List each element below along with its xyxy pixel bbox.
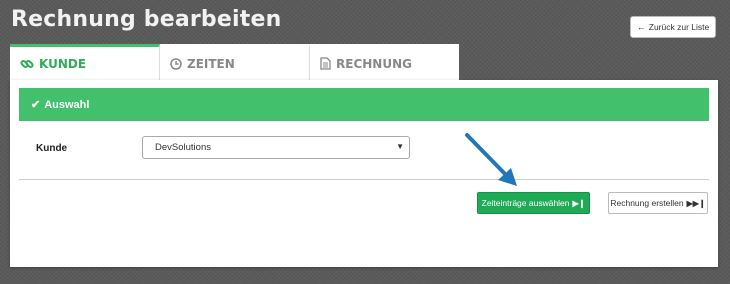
create-invoice-label: Rechnung erstellen <box>610 198 684 208</box>
select-time-entries-label: Zeiteinträge auswählen <box>481 198 570 208</box>
checkmark-icon: ✔ <box>31 99 41 111</box>
tab-kunde-label: KUNDE <box>39 56 87 71</box>
create-invoice-button[interactable]: Rechnung erstellen ▶▶❙ <box>608 192 708 214</box>
section-header: ✔ Auswahl <box>19 88 709 121</box>
clock-icon <box>170 57 182 70</box>
tab-rechnung-label: RECHNUNG <box>336 56 412 71</box>
arrow-left-icon: ← <box>636 22 646 32</box>
divider <box>19 179 709 180</box>
select-time-entries-button[interactable]: Zeiteinträge auswählen ▶❙ <box>477 192 590 214</box>
link-icon <box>20 57 34 71</box>
back-to-list-button[interactable]: ← Zurück zur Liste <box>630 16 716 38</box>
section-title: Auswahl <box>44 98 90 111</box>
back-to-list-label: Zurück zur Liste <box>648 22 710 32</box>
document-icon <box>320 57 331 70</box>
tab-kunde[interactable]: KUNDE <box>10 44 160 80</box>
tab-rechnung[interactable]: RECHNUNG <box>310 44 459 80</box>
tab-zeiten[interactable]: ZEITEN <box>160 44 310 80</box>
tab-zeiten-label: ZEITEN <box>187 56 235 71</box>
caret-down-icon: ▼ <box>396 142 404 151</box>
fast-forward-end-icon: ▶▶❙ <box>686 198 706 208</box>
main-panel: ✔ Auswahl Kunde DevSolutions ▼ Zeiteintr… <box>10 80 718 267</box>
customer-label: Kunde <box>36 143 68 154</box>
step-forward-icon: ▶❙ <box>572 198 586 208</box>
customer-select-value: DevSolutions <box>155 142 211 153</box>
page-title: Rechnung bearbeiten <box>11 7 282 32</box>
customer-select[interactable]: DevSolutions ▼ <box>142 136 410 159</box>
